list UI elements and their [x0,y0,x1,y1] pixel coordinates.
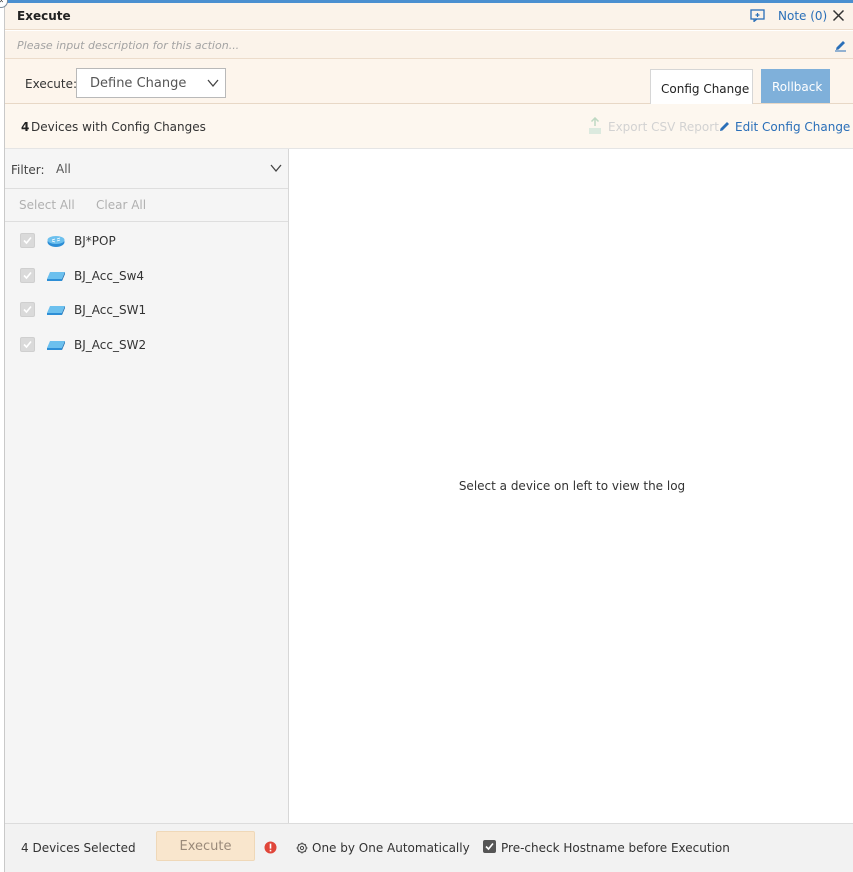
filter-label: Filter: [11,163,45,177]
device-name: BJ_Acc_SW2 [74,338,147,352]
config-summary-row: 4 Devices with Config Changes Export CSV… [5,104,853,149]
check-icon [23,305,32,314]
check-icon [485,842,494,851]
description-placeholder[interactable]: Please input description for this action… [17,39,239,52]
device-name: BJ*POP [74,234,116,248]
device-count: 4 [21,120,30,134]
device-item[interactable]: BJ*POP [5,224,288,258]
alert-icon[interactable] [264,841,277,854]
clear-all-button[interactable]: Clear All [96,198,146,212]
log-placeholder: Select a device on left to view the log [458,479,686,493]
execute-button[interactable]: Execute [156,831,255,861]
close-icon[interactable] [832,9,845,22]
execute-mode-value: Define Change [90,76,187,91]
check-icon [23,271,32,280]
log-panel: Select a device on left to view the log [290,149,853,823]
export-csv-icon [589,117,601,134]
export-csv-button[interactable]: Export CSV Report [608,120,719,134]
device-name: BJ_Acc_SW1 [74,303,147,317]
dialog-header: Execute Note (0) [5,3,853,30]
filter-value[interactable]: All [56,162,71,176]
note-icon[interactable] [750,9,765,22]
device-item[interactable]: BJ_Acc_SW2 [5,328,288,362]
switch-icon [47,306,65,315]
selection-row: Select All Clear All [5,189,288,222]
tab-config-change-label: Config Change [661,82,750,96]
device-checkbox[interactable] [20,268,35,283]
summary-text: Devices with Config Changes [31,120,206,134]
execute-dialog: Execute Note (0) Please input descriptio… [4,3,853,872]
device-list-panel: Filter: All Select All Clear All BJ*POP [5,149,289,823]
check-icon [23,340,32,349]
chevron-down-icon [207,79,219,88]
device-item[interactable]: BJ_Acc_Sw4 [5,259,288,293]
tab-config-change[interactable]: Config Change [650,69,753,104]
execute-label: Execute: [25,77,78,91]
description-row[interactable]: Please input description for this action… [5,31,853,59]
chevron-down-icon[interactable] [270,163,282,173]
edit-config-change-button[interactable]: Edit Config Change [735,120,850,134]
switch-icon [47,341,65,350]
device-item[interactable]: BJ_Acc_SW1 [5,293,288,327]
selected-count: 4 Devices Selected [21,841,136,855]
device-checkbox[interactable] [20,302,35,317]
edit-icon[interactable] [718,120,731,133]
precheck-checkbox[interactable] [483,840,496,853]
device-checkbox[interactable] [20,337,35,352]
check-icon [23,236,32,245]
note-link[interactable]: Note (0) [778,9,827,23]
switch-icon [47,272,65,281]
device-checkbox[interactable] [20,233,35,248]
tab-rollback-label: Rollback [772,80,823,94]
device-name: BJ_Acc_Sw4 [74,269,145,283]
footer-bar: 4 Devices Selected Execute One by One Au… [5,823,853,872]
execute-button-label: Execute [179,839,232,854]
tab-rollback[interactable]: Rollback [761,69,830,103]
select-all-button[interactable]: Select All [19,198,75,212]
filter-row[interactable]: Filter: All [5,149,288,189]
pencil-icon[interactable] [834,39,847,52]
dialog-title: Execute [17,9,71,23]
router-icon [47,236,65,247]
precheck-label[interactable]: Pre-check Hostname before Execution [501,841,730,855]
execution-mode-label[interactable]: One by One Automatically [312,841,470,855]
gear-icon [296,842,308,854]
execute-mode-dropdown[interactable]: Define Change [76,68,226,98]
